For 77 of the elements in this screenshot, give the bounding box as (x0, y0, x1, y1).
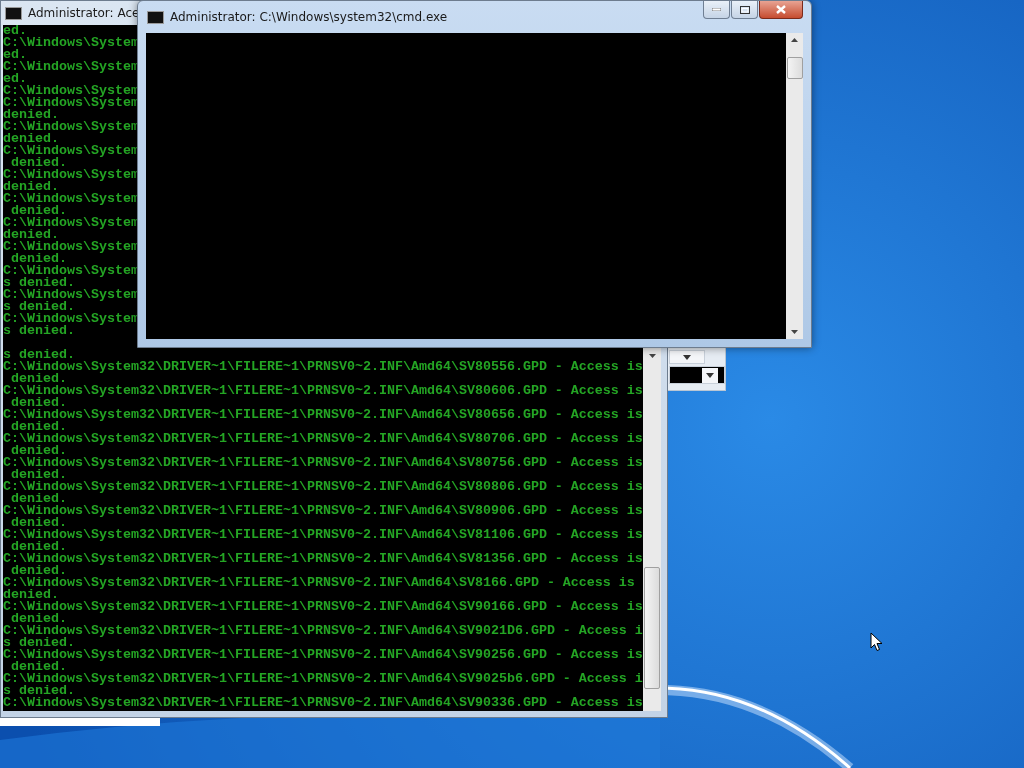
console-line: denied. (11, 517, 67, 529)
console-line: C:\Windows\System32\DRIVER~1\FILERE~1\PRNSV0~2.INF\Amd64\SV81106.GPD - Access is (3, 529, 643, 541)
console-line: C:\Windows\System32\DRIVER~1\FILERE~1\PRNSV0~2.INF\Amd64\SV80556.GPD - Access is (3, 361, 643, 373)
console-line: denied. (3, 229, 59, 241)
console-line: C:\Windows\System32\DRIVER~1\FILERE~1\PRNSV0~2.INF\Amd64\SV81356.GPD - Access is (3, 553, 643, 565)
console-line: denied. (11, 541, 67, 553)
minimize-icon (712, 8, 721, 11)
console-line: denied. (11, 661, 67, 673)
scroll-up-arrow-icon[interactable] (791, 38, 798, 42)
scrollbar[interactable] (786, 33, 803, 339)
console-line: denied. (11, 613, 67, 625)
console-line: ed. (3, 73, 27, 85)
scrollbar-thumb[interactable] (644, 567, 660, 689)
scroll-down-arrow-icon[interactable] (791, 330, 798, 334)
console-line: C:\Windows\System32\DRIVER~1\FILERE~1\PRNSV0~2.INF\Amd64\SV80606.GPD - Access is (3, 385, 643, 397)
console-line: denied. (11, 397, 67, 409)
console-line: ed. (3, 25, 27, 37)
maximize-button[interactable] (731, 1, 758, 19)
console-line: C:\Windows\System (3, 85, 140, 97)
console-line: C:\Windows\System (3, 241, 140, 253)
close-icon (776, 5, 786, 14)
console-line: C:\Windows\System32\DRIVER~1\FILERE~1\PRNSV0~2.INF\Amd64\SV80706.GPD - Access is (3, 433, 643, 445)
scrollbar-thumb[interactable] (787, 57, 803, 79)
console-icon (147, 10, 164, 24)
window-title: Administrator: C:\Windows\system32\cmd.exe (170, 10, 448, 24)
console-line: C:\Windows\System32\DRIVER~1\FILERE~1\PRNSV0~2.INF\Amd64\SV80806.GPD - Access is (3, 481, 643, 493)
console-line: denied. (11, 205, 67, 217)
console-line: C:\Windows\System32\DRIVER~1\FILERE~1\PRNSV0~2.INF\Amd64\SV80656.GPD - Access is (3, 409, 643, 421)
mouse-pointer-icon (870, 632, 883, 652)
console-line: denied. (11, 469, 67, 481)
maximize-icon (739, 5, 750, 14)
caret-icon (683, 354, 691, 360)
console-line: C:\Windows\System (3, 265, 140, 277)
console-line: ed. (3, 49, 27, 61)
console-line: C:\Windows\System (3, 61, 140, 73)
console-line: C:\Windows\System32\DRIVER~1\FILERE~1\PRNSV0~2.INF\Amd64\SV90336.GPD - Access is (3, 697, 643, 709)
console-line: C:\Windows\System (3, 169, 140, 181)
console-line: C:\Windows\System32\DRIVER~1\FILERE~1\PRNSV0~2.INF\Amd64\SV9021D6.GPD - Access i (3, 625, 643, 637)
console-line: s denied. (3, 325, 75, 337)
dropdown-field[interactable] (669, 350, 705, 364)
console-line: denied. (11, 493, 67, 505)
console-line: denied. (11, 157, 67, 169)
dropdown-field[interactable] (669, 366, 725, 384)
console-line: denied. (11, 373, 67, 385)
console-line: C:\Windows\System (3, 145, 140, 157)
console-line: denied. (3, 133, 59, 145)
console-icon (5, 6, 22, 20)
console-line: C:\Windows\System (3, 97, 140, 109)
console-line: C:\Windows\System (3, 37, 140, 49)
console-line: C:\Windows\System32\DRIVER~1\FILERE~1\PRNSV0~2.INF\Amd64\SV80906.GPD - Access is (3, 505, 643, 517)
caret-icon (702, 367, 718, 383)
console-line: denied. (11, 253, 67, 265)
console-line: s denied. (3, 277, 75, 289)
console-line: denied. (3, 181, 59, 193)
console-line: s denied. (3, 349, 75, 361)
console-line: C:\Windows\System (3, 289, 140, 301)
console-line: denied. (11, 445, 67, 457)
console-line: denied. (11, 565, 67, 577)
console-line: s denied. (3, 685, 75, 697)
console-line: C:\Windows\System32\DRIVER~1\FILERE~1\PRNSV0~2.INF\Amd64\SV80756.GPD - Access is (3, 457, 643, 469)
console-line: C:\Windows\System (3, 121, 140, 133)
console-line: C:\Windows\System (3, 217, 140, 229)
console-line: C:\Windows\System32\DRIVER~1\FILERE~1\PRNSV0~2.INF\Amd64\SV9025b6.GPD - Access i (3, 673, 643, 685)
console-line: C:\Windows\System32\DRIVER~1\FILERE~1\PRNSV0~2.INF\Amd64\SV8166.GPD - Access is (3, 577, 636, 589)
console-line: C:\Windows\System (3, 193, 140, 205)
console-line: C:\Windows\System32\DRIVER~1\FILERE~1\PRNSV0~2.INF\Amd64\SV90166.GPD - Access is (3, 601, 643, 613)
console-line: denied. (11, 421, 67, 433)
console-line: denied. (3, 109, 59, 121)
scroll-down-arrow-icon[interactable] (648, 354, 656, 358)
console-line: denied. (3, 589, 59, 601)
scrollbar[interactable] (643, 349, 661, 711)
minimize-button[interactable] (703, 1, 730, 19)
console-line: C:\Windows\System (3, 313, 140, 325)
close-button[interactable] (759, 1, 803, 19)
console-line: s denied. (3, 637, 75, 649)
console-line: C:\Windows\System32\DRIVER~1\FILERE~1\PRNSV0~2.INF\Amd64\SV90256.GPD - Access is (3, 649, 643, 661)
console-line: s denied. (3, 301, 75, 313)
